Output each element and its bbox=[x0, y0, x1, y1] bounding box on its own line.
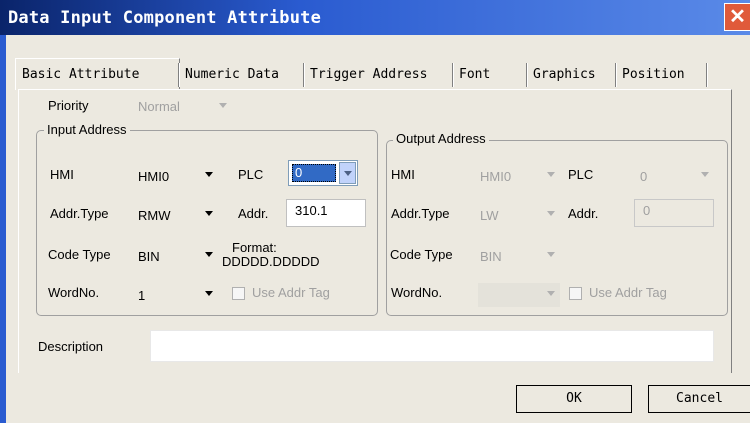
output-plc-value: 0 bbox=[640, 169, 648, 184]
input-addrtype-label: Addr.Type bbox=[50, 206, 109, 221]
output-codetype-value: BIN bbox=[480, 249, 502, 264]
priority-value: Normal bbox=[138, 99, 180, 114]
output-codetype-select[interactable]: BIN bbox=[474, 244, 560, 268]
output-addrtype-label: Addr.Type bbox=[391, 206, 450, 221]
input-wordno-label: WordNo. bbox=[48, 285, 100, 300]
output-plc-label: PLC bbox=[568, 167, 594, 182]
input-plc-value: 0 bbox=[292, 164, 336, 182]
input-use-tag-label: Use Addr Tag bbox=[252, 285, 330, 300]
input-wordno-select[interactable]: 1 bbox=[132, 283, 218, 307]
close-button[interactable]: ✕ bbox=[724, 3, 750, 31]
input-plc-label: PLC bbox=[238, 167, 264, 182]
output-wordno-label: WordNo. bbox=[391, 285, 443, 300]
tab-divider bbox=[706, 63, 708, 87]
tab-graphics[interactable]: Graphics bbox=[529, 61, 600, 88]
output-use-tag-checkbox[interactable] bbox=[569, 287, 582, 300]
output-addrtype-value: LW bbox=[480, 208, 499, 223]
output-addrtype-select[interactable]: LW bbox=[474, 203, 560, 227]
priority-label: Priority bbox=[48, 98, 89, 113]
window-frame-edge bbox=[0, 35, 6, 423]
output-use-tag-label: Use Addr Tag bbox=[589, 285, 667, 300]
input-hmi-select[interactable]: HMI0 bbox=[132, 164, 218, 188]
chevron-down-icon bbox=[219, 103, 227, 108]
priority-select[interactable]: Normal bbox=[132, 95, 232, 119]
chevron-down-icon bbox=[205, 172, 213, 177]
tab-divider bbox=[452, 63, 454, 87]
format-label: Format: bbox=[232, 240, 277, 255]
output-hmi-select[interactable]: HMI0 bbox=[474, 164, 560, 188]
input-plc-select[interactable]: 0 bbox=[288, 160, 358, 186]
input-address-title: Input Address bbox=[44, 122, 130, 137]
chevron-down-icon bbox=[547, 211, 555, 216]
chevron-down-icon bbox=[701, 172, 709, 177]
tab-trigger-address[interactable]: Trigger Address bbox=[306, 61, 431, 88]
output-addr-label: Addr. bbox=[568, 206, 599, 221]
title-bar: Data Input Component Attribute bbox=[0, 0, 750, 35]
tab-font[interactable]: Font bbox=[455, 61, 494, 88]
cancel-button[interactable]: Cancel bbox=[648, 385, 750, 413]
input-addr-label: Addr. bbox=[238, 206, 269, 221]
chevron-down-icon bbox=[547, 172, 555, 177]
chevron-down-icon bbox=[205, 211, 213, 216]
tab-divider bbox=[526, 63, 528, 87]
input-codetype-label: Code Type bbox=[48, 247, 111, 262]
output-codetype-label: Code Type bbox=[390, 247, 453, 262]
chevron-down-icon[interactable] bbox=[339, 162, 356, 184]
chevron-down-icon bbox=[205, 252, 213, 257]
input-addrtype-value: RMW bbox=[138, 208, 171, 223]
description-field[interactable] bbox=[150, 330, 714, 362]
ok-button[interactable]: OK bbox=[516, 385, 632, 413]
output-addr-field[interactable]: 0 bbox=[634, 199, 714, 227]
input-wordno-value: 1 bbox=[138, 288, 146, 303]
output-hmi-label: HMI bbox=[391, 167, 415, 182]
input-addr-value: 310.1 bbox=[295, 203, 328, 218]
description-label: Description bbox=[38, 339, 104, 354]
input-addrtype-select[interactable]: RMW bbox=[132, 203, 218, 227]
chevron-down-icon bbox=[547, 252, 555, 257]
input-use-tag-checkbox[interactable] bbox=[232, 287, 245, 300]
output-wordno-select[interactable] bbox=[478, 283, 560, 307]
chevron-down-icon bbox=[547, 291, 555, 296]
tab-divider bbox=[303, 63, 305, 87]
input-addr-field[interactable]: 310.1 bbox=[286, 199, 366, 227]
tab-numeric-data[interactable]: Numeric Data bbox=[181, 61, 283, 88]
input-codetype-select[interactable]: BIN bbox=[132, 244, 218, 268]
input-hmi-value: HMI0 bbox=[138, 169, 170, 184]
window-title: Data Input Component Attribute bbox=[8, 8, 322, 28]
tab-divider bbox=[615, 63, 617, 87]
output-addr-value: 0 bbox=[643, 203, 651, 218]
format-value: DDDDD.DDDDD bbox=[222, 254, 320, 269]
tab-basic-attribute[interactable]: Basic Attribute bbox=[18, 61, 143, 88]
output-plc-select[interactable]: 0 bbox=[634, 164, 714, 188]
input-codetype-value: BIN bbox=[138, 249, 160, 264]
output-hmi-value: HMI0 bbox=[480, 169, 512, 184]
tab-position[interactable]: Position bbox=[618, 61, 689, 88]
tab-divider bbox=[178, 63, 180, 87]
chevron-down-icon bbox=[205, 291, 213, 296]
output-address-title: Output Address bbox=[393, 131, 489, 146]
input-hmi-label: HMI bbox=[50, 167, 74, 182]
